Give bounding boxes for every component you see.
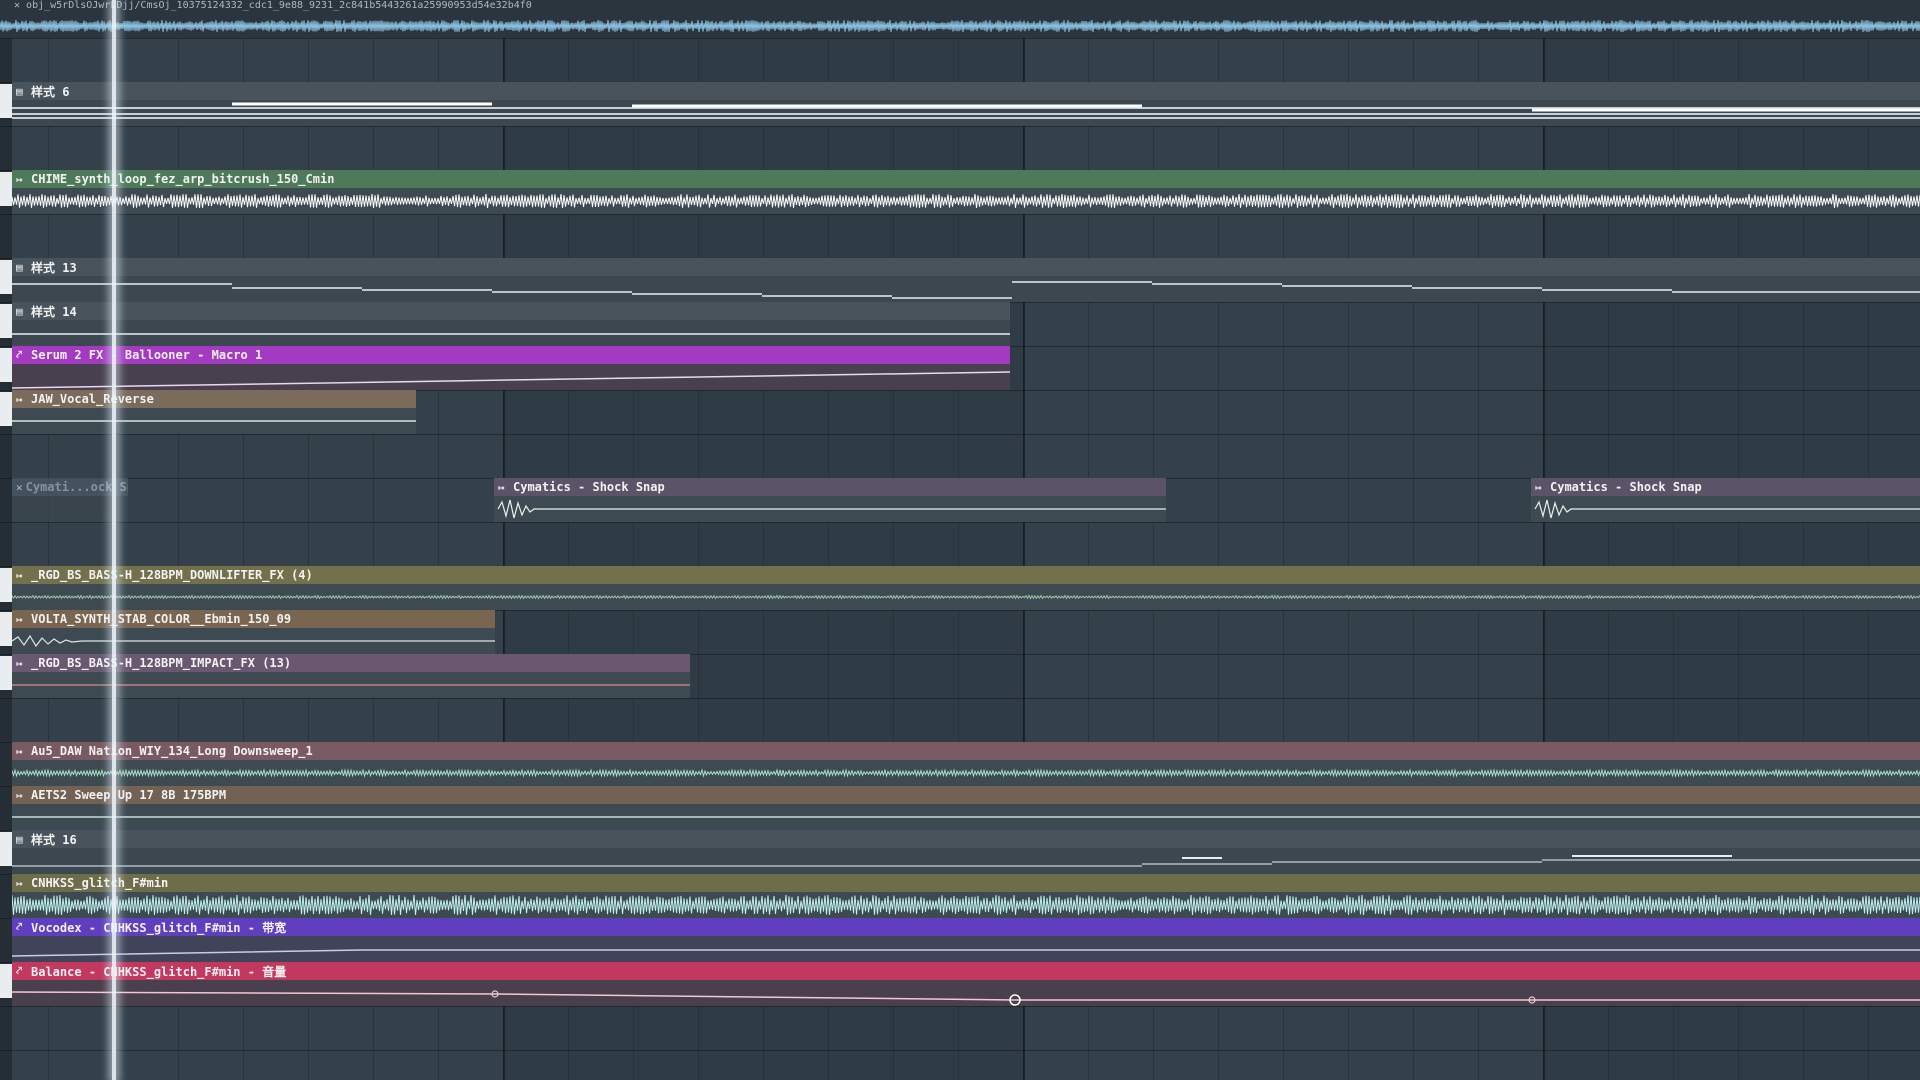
audio-icon: ↦ bbox=[16, 172, 23, 186]
clip-chime-loop[interactable]: ↦ CHIME_synth_loop_fez_arp_bitcrush_150_C… bbox=[12, 170, 1920, 214]
clip-pattern-6[interactable]: ▤ 样式 6 bbox=[12, 82, 1920, 126]
audio-icon: ↦ bbox=[16, 612, 23, 626]
clip-label: CHIME_synth_loop_fez_arp_bitcrush_150_Cm… bbox=[31, 172, 335, 186]
pattern-icon: ▤ bbox=[16, 260, 23, 274]
automation-curve bbox=[12, 990, 1920, 1006]
audio-icon: ↦ bbox=[16, 876, 23, 890]
pattern-icon: ▤ bbox=[16, 304, 23, 318]
clip-label: JAW_Vocal_Reverse bbox=[31, 392, 154, 406]
clip-label: Cymatics - Shock Snap bbox=[1550, 480, 1702, 494]
pattern-preview bbox=[12, 281, 1920, 299]
audio-icon: ↦ bbox=[16, 788, 23, 802]
track-flag[interactable] bbox=[0, 656, 12, 690]
clip-serum-macro[interactable]: ⤤ Serum 2 FX - Ballooner - Macro 1 bbox=[12, 346, 1010, 390]
track-flag[interactable] bbox=[0, 964, 12, 998]
track-header-strip bbox=[0, 0, 12, 1080]
track-flag[interactable] bbox=[0, 612, 12, 646]
waveform bbox=[12, 594, 1920, 600]
pattern-icon: ▤ bbox=[16, 84, 23, 98]
waveform bbox=[1534, 499, 1920, 519]
audio-icon: ↦ bbox=[16, 392, 23, 406]
clip-jaw-vocal[interactable]: ↦ JAW_Vocal_Reverse bbox=[12, 390, 416, 434]
audio-icon: ↦ bbox=[498, 480, 505, 494]
audio-icon: ↦ bbox=[16, 568, 23, 582]
clip-label: VOLTA_SYNTH_STAB_COLOR__Ebmin_150_09 bbox=[31, 612, 292, 626]
clip-label: 样式 13 bbox=[31, 260, 77, 275]
clip-balance[interactable]: ⤤ Balance - CNHKSS_glitch_F#min - 音量 bbox=[12, 962, 1920, 1006]
clip-volta-stab[interactable]: ↦ VOLTA_SYNTH_STAB_COLOR__Ebmin_150_09 bbox=[12, 610, 495, 654]
clip-cymatics-muted[interactable]: ✕Cymati...ock Snap bbox=[12, 478, 128, 522]
clip-cymatics-1[interactable]: ↦ Cymatics - Shock Snap bbox=[494, 478, 1166, 522]
close-icon[interactable]: ✕ bbox=[16, 481, 23, 494]
clip-label: _RGD_BS_BASS-H_128BPM_IMPACT_FX (13) bbox=[31, 656, 292, 670]
clip-label: Au5_DAW Nation_WIY_134_Long Downsweep_1 bbox=[31, 744, 313, 758]
waveform bbox=[0, 19, 1920, 33]
audio-icon: ↦ bbox=[1535, 480, 1542, 494]
clip-label: _RGD_BS_BASS-H_128BPM_DOWNLIFTER_FX (4) bbox=[31, 568, 313, 582]
track-flag[interactable] bbox=[0, 568, 12, 602]
track-flag[interactable] bbox=[0, 348, 12, 382]
automation-icon: ⤤ bbox=[16, 348, 23, 361]
playhead[interactable] bbox=[112, 0, 116, 1080]
waveform bbox=[12, 816, 1920, 818]
clip-pattern-14[interactable]: ▤ 样式 14 bbox=[12, 302, 1010, 346]
clip-label: CNHKSS_glitch_F#min bbox=[31, 876, 169, 890]
clip-vocodex[interactable]: ⤤ Vocodex - CNHKSS_glitch_F#min - 带宽 bbox=[12, 918, 1920, 962]
pattern-preview bbox=[12, 102, 1920, 119]
clip-pattern-16[interactable]: ▤ 样式 16 bbox=[12, 830, 1920, 874]
clip-downlifter[interactable]: ↦ _RGD_BS_BASS-H_128BPM_DOWNLIFTER_FX (4) bbox=[12, 566, 1920, 610]
clip-cymatics-2[interactable]: ↦ Cymatics - Shock Snap bbox=[1531, 478, 1920, 522]
pattern-icon: ▤ bbox=[16, 832, 23, 846]
waveform bbox=[12, 894, 1920, 916]
track-flag[interactable] bbox=[0, 172, 12, 206]
clip-pattern-13[interactable]: ▤ 样式 13 bbox=[12, 258, 1920, 302]
waveform bbox=[12, 768, 1920, 778]
automation-icon: ⤤ bbox=[16, 964, 23, 977]
clip-sweep-up[interactable]: ↦ AETS2 Sweep Up 17 8B 175BPM bbox=[12, 786, 1920, 830]
clip-label: 样式 6 bbox=[31, 84, 70, 99]
automation-curve bbox=[12, 949, 1920, 957]
waveform bbox=[12, 193, 1920, 209]
automation-icon: ⤤ bbox=[16, 920, 23, 933]
track-flag[interactable] bbox=[0, 304, 12, 338]
waveform bbox=[12, 634, 495, 648]
clip-glitch[interactable]: ↦ CNHKSS_glitch_F#min bbox=[12, 874, 1920, 918]
clip-label: 样式 14 bbox=[31, 304, 77, 319]
audio-icon: ↦ bbox=[16, 744, 23, 758]
track-flag[interactable] bbox=[0, 392, 12, 426]
automation-curve bbox=[12, 371, 1010, 389]
clip-label: Cymatics - Shock Snap bbox=[513, 480, 665, 494]
clip-label: Vocodex - CNHKSS_glitch_F#min - 带宽 bbox=[31, 920, 287, 935]
clip-label: Balance - CNHKSS_glitch_F#min - 音量 bbox=[31, 964, 287, 979]
clip-downsweep[interactable]: ↦ Au5_DAW Nation_WIY_134_Long Downsweep_1 bbox=[12, 742, 1920, 786]
waveform bbox=[12, 420, 416, 422]
track-flag[interactable] bbox=[0, 84, 12, 118]
clip-label: AETS2 Sweep Up 17 8B 175BPM bbox=[31, 788, 227, 802]
waveform bbox=[497, 499, 1166, 519]
track-flag[interactable] bbox=[0, 832, 12, 866]
pattern-preview bbox=[12, 333, 1010, 335]
audio-icon: ↦ bbox=[16, 656, 23, 670]
pattern-preview bbox=[12, 855, 1920, 867]
clip-label: Serum 2 FX - Ballooner - Macro 1 bbox=[31, 348, 263, 362]
clip-label: 样式 16 bbox=[31, 832, 77, 847]
track-flag[interactable] bbox=[0, 260, 12, 294]
clip-top-audio[interactable]: ✕ obj_w5rDlsOJwrLDjj/CmsOj_10375124332_c… bbox=[0, 0, 1920, 38]
playlist-area[interactable]: ✕ obj_w5rDlsOJwrLDjj/CmsOj_10375124332_c… bbox=[0, 0, 1920, 1080]
